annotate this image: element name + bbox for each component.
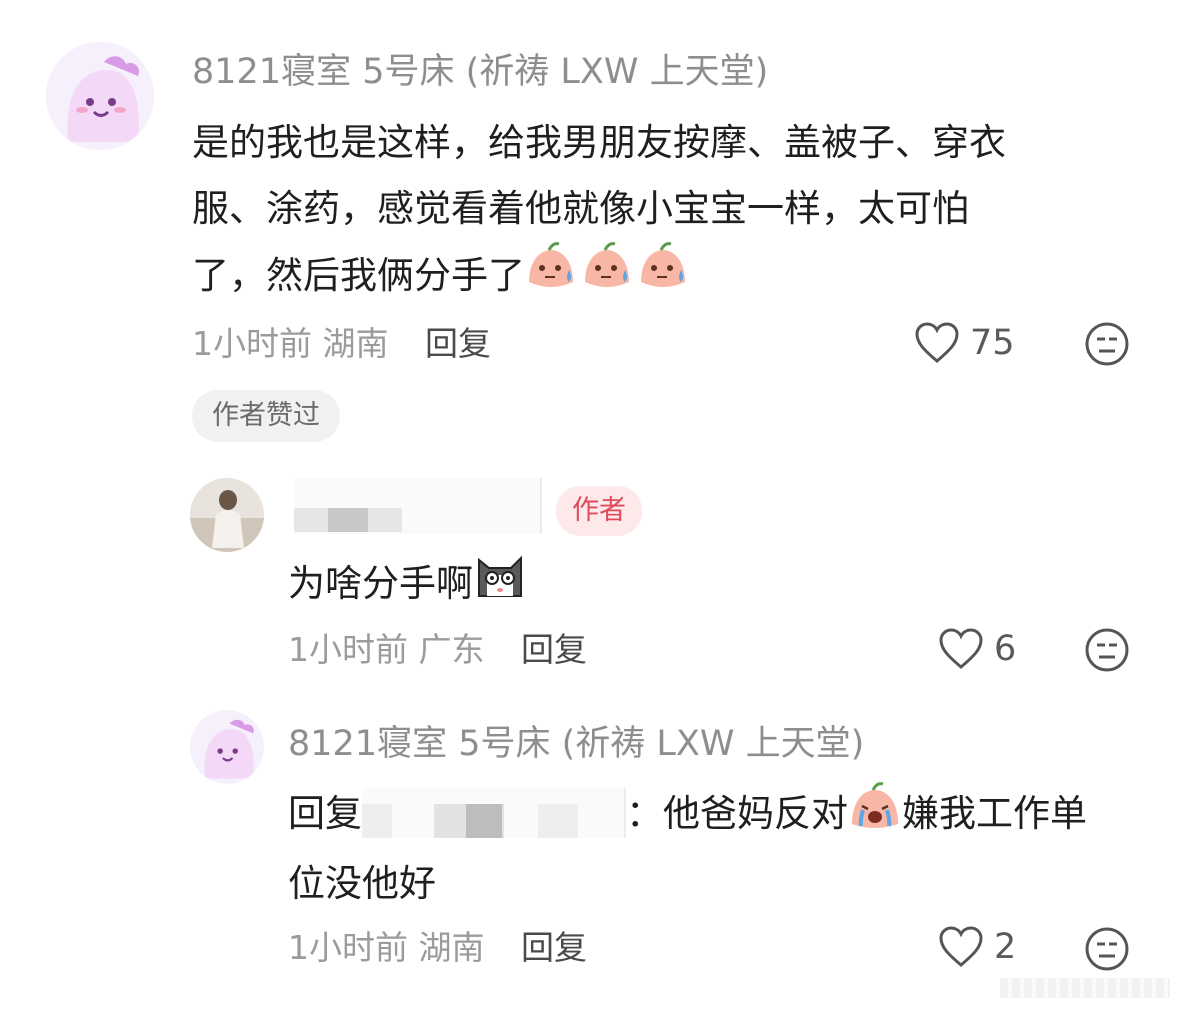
- reply-text-part-1: ：他爸妈反对: [626, 792, 848, 835]
- meh-face-icon: [1085, 322, 1129, 366]
- reply-time: 1小时前: [288, 928, 408, 967]
- author-avatar[interactable]: [190, 478, 264, 552]
- watermark-dots: [1000, 978, 1170, 998]
- comment-username[interactable]: 8121寝室 5号床 (祈祷 LXW 上天堂): [192, 50, 768, 94]
- reply-text: 回复 ：他爸妈反对 嫌我工作单 位没他好: [288, 780, 1148, 917]
- like-count: 6: [994, 629, 1017, 669]
- like-count: 2: [994, 927, 1017, 967]
- avatar-monster-icon: [46, 42, 154, 150]
- author-photo-icon: [190, 478, 264, 552]
- author-liked-badge: 作者赞过: [192, 390, 340, 442]
- reply-button[interactable]: 回复: [425, 324, 491, 363]
- reply-button[interactable]: 回复: [521, 630, 587, 669]
- shocked-cat-emoji: [473, 548, 527, 623]
- reply-location: 湖南: [418, 928, 485, 967]
- reply-meta: 1小时前 湖南 回复: [288, 926, 587, 970]
- heart-outline-icon: [915, 322, 959, 363]
- reply-text-content: 为啥分手啊: [288, 562, 473, 605]
- reply-text-part-2: 嫌我工作单: [902, 792, 1087, 835]
- comment-text-line: 了，然后我俩分手了: [192, 242, 1152, 313]
- dislike-button[interactable]: [1084, 926, 1130, 976]
- avatar-monster-icon: [190, 710, 264, 784]
- comment-meta: 1小时前 湖南 回复: [192, 322, 491, 366]
- comment-text-line: 是的我也是这样，给我男朋友按摩、盖被子、穿衣: [192, 121, 1006, 164]
- author-tag: 作者: [556, 486, 642, 536]
- reply-meta: 1小时前 广东 回复: [288, 628, 587, 672]
- user-avatar[interactable]: [46, 42, 154, 150]
- comment-text: 是的我也是这样，给我男朋友按摩、盖被子、穿衣 服、涂药，感觉看着他就像小宝宝一样…: [192, 110, 1152, 313]
- meh-face-icon: [1085, 628, 1129, 672]
- meh-face-icon: [1085, 927, 1129, 971]
- like-button[interactable]: 2: [938, 926, 1016, 968]
- reply-username[interactable]: 8121寝室 5号床 (祈祷 LXW 上天堂): [288, 722, 864, 766]
- reply-time: 1小时前: [288, 630, 408, 669]
- reply-text-line-1: 回复 ：他爸妈反对 嫌我工作单: [288, 780, 1148, 851]
- comment-text-line: 服、涂药，感觉看着他就像小宝宝一样，太可怕: [192, 187, 969, 230]
- reply-location: 广东: [418, 630, 485, 669]
- like-button[interactable]: 6: [938, 628, 1016, 670]
- comment-text-line-3: 了，然后我俩分手了: [192, 254, 525, 297]
- dislike-button[interactable]: [1084, 627, 1130, 677]
- like-count: 75: [970, 323, 1015, 363]
- reply-text: 为啥分手啊: [288, 548, 527, 623]
- author-name-masked[interactable]: [294, 478, 542, 534]
- user-avatar[interactable]: [190, 710, 264, 784]
- mention-masked[interactable]: [362, 787, 626, 838]
- peach-cry-emoji: [848, 780, 902, 851]
- dislike-button[interactable]: [1084, 321, 1130, 371]
- heart-outline-icon: [939, 926, 983, 967]
- heart-outline-icon: [939, 628, 983, 669]
- like-button[interactable]: 75: [914, 322, 1015, 364]
- reply-prefix: 回复: [288, 792, 362, 835]
- comment-time: 1小时前: [192, 324, 312, 363]
- reply-button[interactable]: 回复: [521, 928, 587, 967]
- comment-location: 湖南: [322, 324, 389, 363]
- reply-text-line-2: 位没他好: [288, 862, 436, 905]
- peach-sweat-emoji: [525, 242, 693, 313]
